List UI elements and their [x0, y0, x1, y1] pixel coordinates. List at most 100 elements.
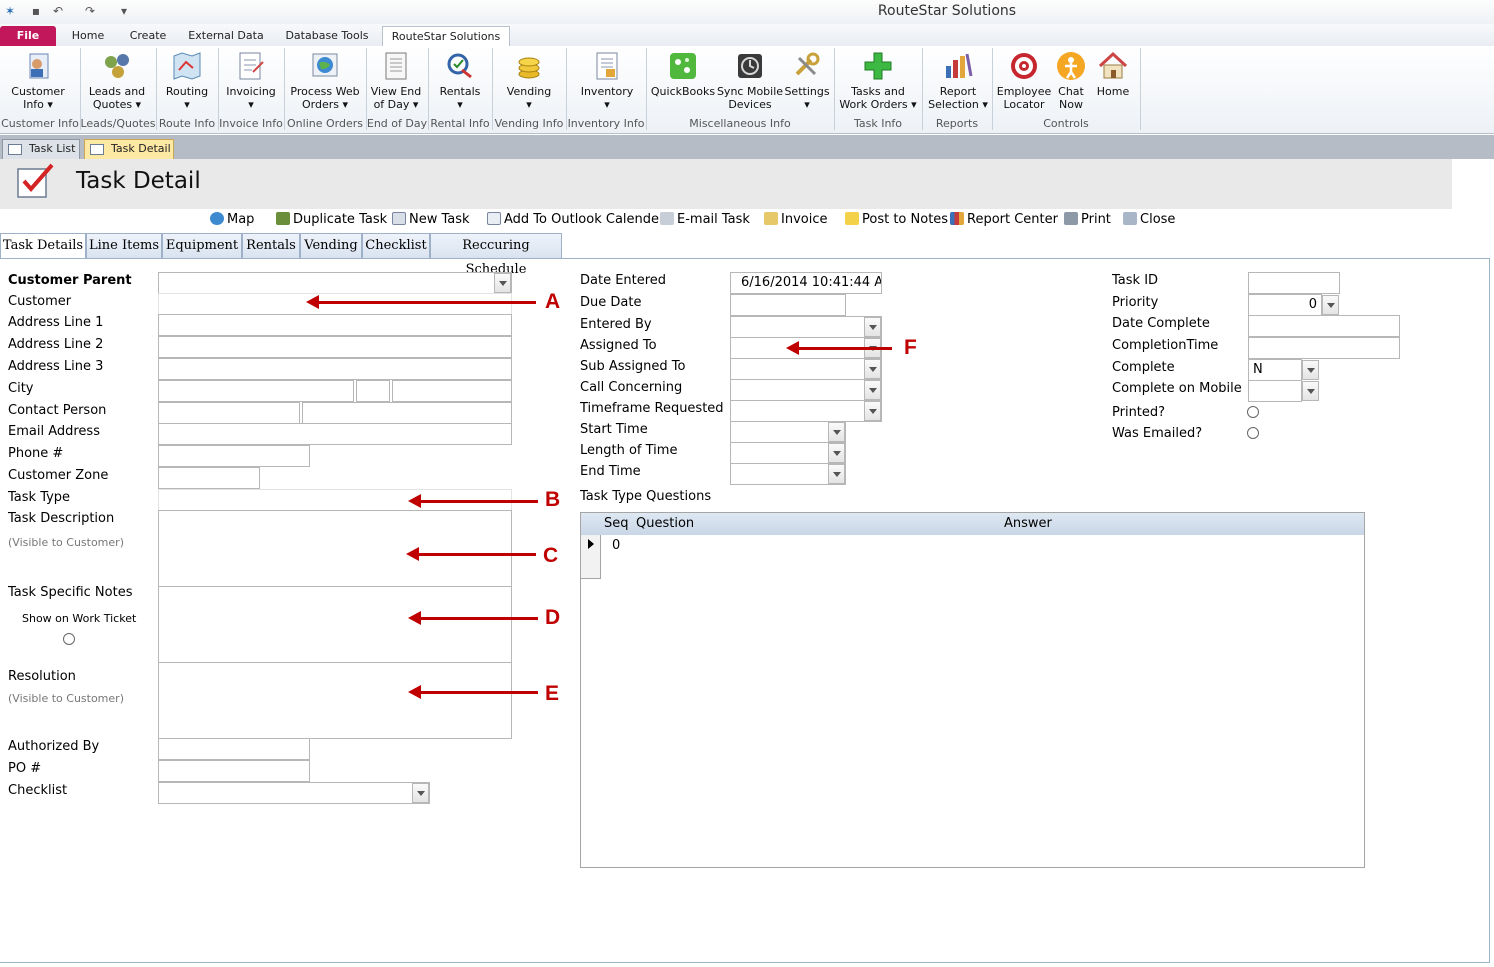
date-complete-field[interactable] — [1248, 315, 1400, 337]
chevron-down-icon[interactable] — [494, 273, 511, 293]
tab-vending[interactable]: Vending — [300, 233, 362, 259]
completion-time-field[interactable] — [1248, 337, 1400, 359]
new-task-button[interactable]: New Task — [392, 212, 470, 227]
chevron-down-icon[interactable] — [1302, 381, 1319, 401]
tab-file[interactable]: File — [0, 26, 56, 46]
chevron-down-icon[interactable] — [864, 380, 881, 400]
complete-on-mobile-combo[interactable] — [1248, 380, 1302, 402]
task-description-field[interactable] — [158, 510, 512, 587]
task-type-questions-grid[interactable]: Seq Question Answer 0 — [580, 512, 1365, 868]
tab-rentals[interactable]: Rentals — [242, 233, 300, 259]
chevron-down-icon[interactable] — [864, 317, 881, 337]
customer-combo[interactable] — [158, 293, 512, 315]
print-button[interactable]: Print — [1064, 212, 1111, 227]
form-header: Task Detail — [0, 159, 1452, 209]
column-header-answer[interactable]: Answer — [1004, 513, 1052, 535]
was-emailed-radio[interactable] — [1247, 427, 1259, 439]
chevron-down-icon[interactable] — [828, 422, 845, 442]
routing-button[interactable]: Routing ▾ — [160, 50, 214, 118]
invoicing-button[interactable]: Invoicing ▾ — [222, 50, 280, 118]
invoice-button[interactable]: Invoice — [764, 212, 827, 227]
checklist-combo[interactable] — [158, 782, 430, 804]
tab-create[interactable]: Create — [122, 26, 174, 46]
rentals-button[interactable]: Rentals ▾ — [434, 50, 486, 118]
contact-first-name-field[interactable] — [158, 402, 300, 424]
task-id-field[interactable] — [1248, 272, 1340, 294]
complete-combo[interactable]: N — [1248, 359, 1302, 381]
show-on-work-ticket-radio[interactable] — [63, 633, 75, 645]
address-line-3-field[interactable] — [158, 358, 512, 380]
tab-equipment[interactable]: Equipment — [162, 233, 242, 259]
chat-now-button[interactable]: Chat Now — [1052, 50, 1090, 118]
priority-combo[interactable]: 0 — [1248, 294, 1322, 316]
report-center-button[interactable]: Report Center — [950, 212, 1058, 227]
entered-by-combo[interactable] — [730, 316, 882, 338]
home-icon — [1098, 51, 1128, 79]
due-date-field[interactable] — [730, 294, 846, 316]
tab-database-tools[interactable]: Database Tools — [278, 26, 376, 46]
customer-zone-field[interactable] — [158, 467, 260, 489]
email-address-field[interactable] — [158, 423, 512, 445]
quickbooks-button[interactable]: QuickBooks — [650, 50, 716, 118]
chevron-down-icon[interactable] — [864, 401, 881, 421]
report-selection-button[interactable]: Report Selection ▾ — [926, 50, 990, 118]
tab-reccuring-schedule[interactable]: Reccuring Schedule — [430, 233, 562, 277]
address-line-1-field[interactable] — [158, 314, 512, 336]
duplicate-task-button[interactable]: Duplicate Task — [276, 212, 387, 227]
customer-parent-combo[interactable] — [158, 272, 512, 294]
address-line-2-field[interactable] — [158, 336, 512, 358]
employee-locator-button[interactable]: Employee Locator — [996, 50, 1052, 118]
vending-button[interactable]: Vending ▾ — [500, 50, 558, 118]
column-header-question[interactable]: Question — [636, 513, 694, 535]
record-selector[interactable] — [581, 535, 601, 579]
date-entered-field[interactable]: 6/16/2014 10:41:44 AM — [730, 272, 882, 294]
view-end-of-day-button[interactable]: View End of Day ▾ — [368, 50, 424, 118]
visible-to-customer-note: (Visible to Customer) — [8, 536, 124, 549]
chevron-down-icon[interactable] — [828, 443, 845, 463]
sub-assigned-to-combo[interactable] — [730, 358, 882, 380]
tab-external-data[interactable]: External Data — [182, 26, 270, 46]
column-header-seq[interactable]: Seq — [604, 513, 629, 535]
leads-quotes-button[interactable]: Leads and Quotes ▾ — [84, 50, 150, 118]
home-button[interactable]: Home — [1094, 50, 1132, 118]
tab-checklist[interactable]: Checklist — [362, 233, 430, 259]
process-web-orders-button[interactable]: Process Web Orders ▾ — [288, 50, 362, 118]
po-field[interactable] — [158, 760, 310, 782]
tab-home[interactable]: Home — [62, 26, 114, 46]
tab-routestar-solutions[interactable]: RouteStar Solutions — [382, 26, 510, 46]
table-cell-seq[interactable]: 0 — [612, 538, 620, 553]
close-button[interactable]: Close — [1123, 212, 1175, 227]
tasks-work-orders-button[interactable]: Tasks and Work Orders ▾ — [838, 50, 918, 118]
customer-info-button[interactable]: Customer Info ▾ — [6, 50, 70, 118]
zip-field[interactable] — [392, 380, 512, 402]
authorized-by-field[interactable] — [158, 738, 310, 760]
doc-tab-task-detail[interactable]: Task Detail — [84, 139, 174, 159]
inventory-button[interactable]: Inventory ▾ — [576, 50, 638, 118]
resolution-field[interactable] — [158, 662, 512, 739]
chevron-down-icon[interactable] — [1302, 360, 1319, 380]
tab-line-items[interactable]: Line Items — [86, 233, 162, 259]
city-field[interactable] — [158, 380, 354, 402]
chevron-down-icon[interactable] — [864, 359, 881, 379]
settings-button[interactable]: Settings ▾ — [784, 50, 830, 118]
sync-mobile-devices-button[interactable]: Sync Mobile Devices — [716, 50, 784, 118]
new-task-icon — [392, 212, 406, 225]
chevron-down-icon[interactable] — [828, 464, 845, 484]
task-notes-field[interactable] — [158, 586, 512, 663]
printed-label: Printed? — [1112, 405, 1166, 420]
post-to-notes-button[interactable]: Post to Notes — [845, 212, 948, 227]
printed-radio[interactable] — [1247, 406, 1259, 418]
call-concerning-combo[interactable] — [730, 379, 882, 401]
phone-field[interactable] — [158, 445, 310, 467]
annotation-label-f: F — [904, 336, 917, 359]
state-field[interactable] — [356, 380, 390, 402]
doc-tab-task-list[interactable]: Task List — [2, 139, 80, 159]
chevron-down-icon[interactable] — [412, 783, 429, 803]
contact-last-name-field[interactable] — [302, 402, 512, 424]
chevron-down-icon[interactable] — [1322, 295, 1339, 315]
email-task-button[interactable]: E-mail Task — [660, 212, 750, 227]
map-button[interactable]: Map — [210, 212, 254, 227]
tab-task-details[interactable]: Task Details — [0, 233, 86, 259]
timeframe-requested-combo[interactable] — [730, 400, 882, 422]
add-to-outlook-button[interactable]: Add To Outlook Calender — [487, 212, 664, 227]
